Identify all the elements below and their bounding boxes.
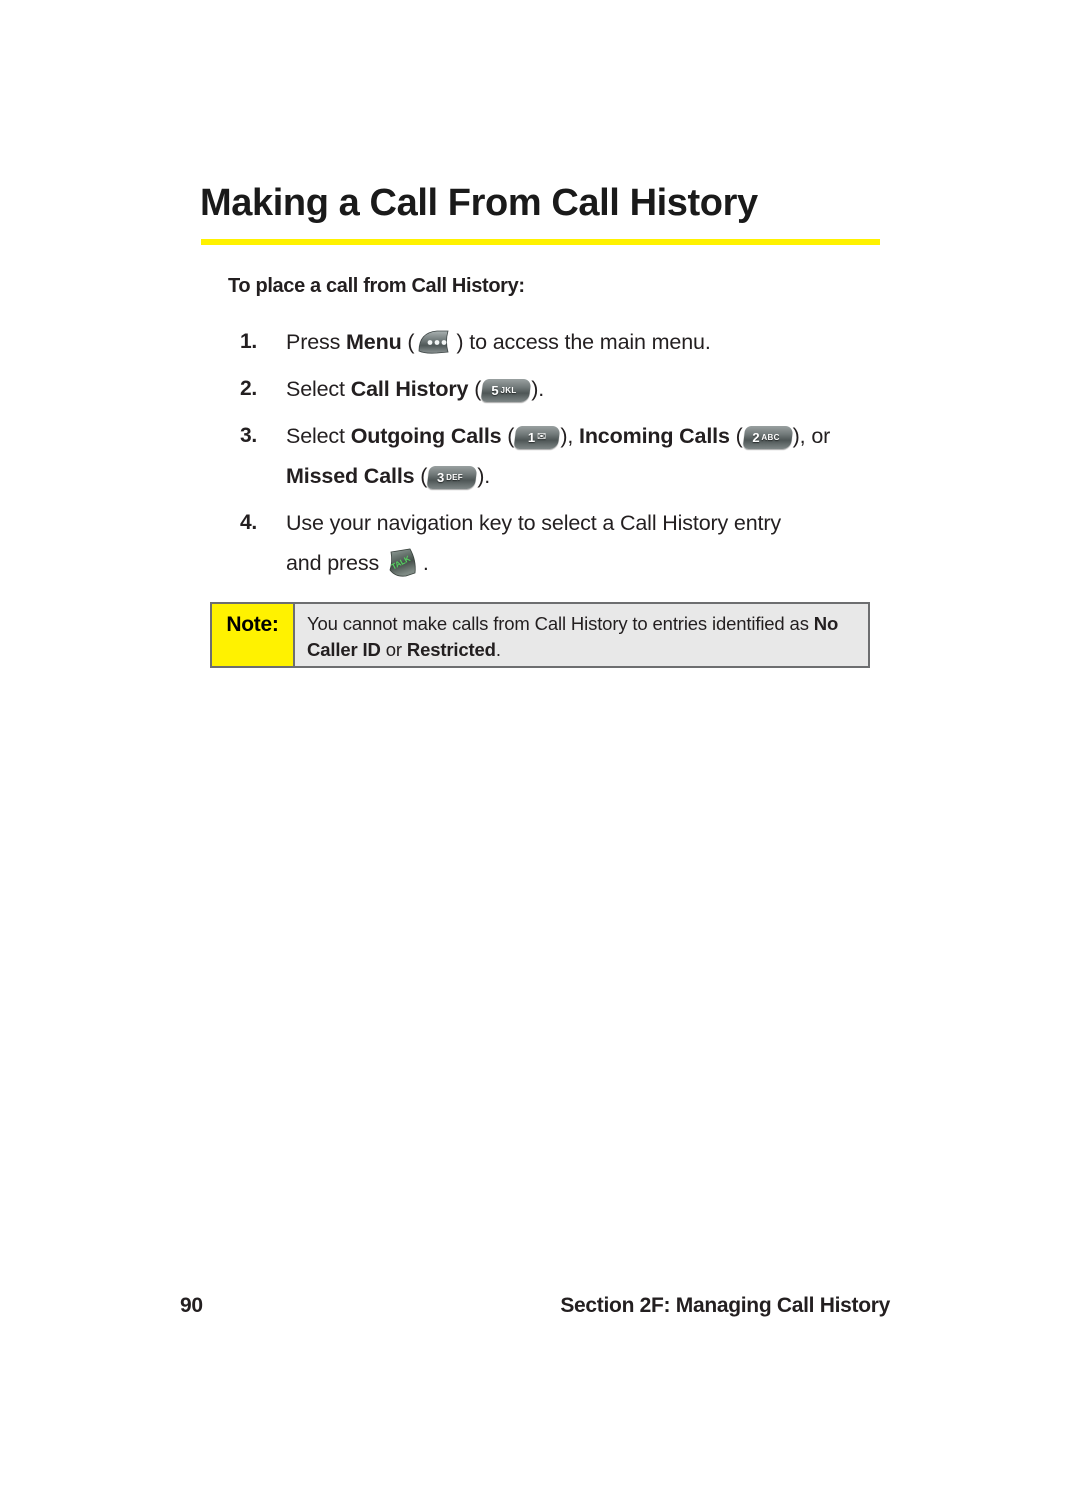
manual-page: Making a Call From Call History To place… [0,0,1080,1496]
step-number: 2. [240,377,257,400]
keypad-key-5-icon: 5 JKL [480,379,532,402]
step-text-segment: ) to access the main menu. [456,330,711,354]
step-text: Use your navigation key to select a Call… [286,503,900,583]
note-callout-box: Note: You cannot make calls from Call Hi… [210,602,870,668]
procedure-subheading: To place a call from Call History: [228,275,525,297]
keypad-key-2-icon: 2 ABC [742,426,794,449]
step-text-segment: ( [501,424,515,448]
keypad-key-1-icon: 1 ✉ [513,426,561,449]
step-text-segment: ( [401,330,415,354]
list-item: 1. Press Menu () to access the main men… [240,322,900,362]
step-text-segment: ), [560,424,579,448]
step-text-segment: Select [286,424,351,448]
step-text-segment: and press [286,551,385,575]
keypad-key-3-icon: 3 DEF [426,466,478,489]
step-emphasis: Outgoing Calls [350,424,502,448]
list-item: 2. Select Call History (5 JKL). [240,369,900,409]
step-text-segment: ( [468,377,482,401]
note-label-text: Note: [226,613,279,636]
step-text-segment: . [422,551,429,575]
step-text: Select Call History (5 JKL). [286,369,900,409]
note-label-cell: Note: [212,604,295,666]
key-digit: 1 [528,430,536,445]
step-text-segment: ). [531,377,545,401]
menu-soft-key-icon [415,328,455,358]
note-text-segment: You cannot make calls from Call History … [307,613,814,634]
step-text: Press Menu ( ) to access the main menu. [286,322,900,362]
talk-key-icon: TALK [386,547,422,580]
step-line: Use your navigation key to select a Call… [286,511,781,535]
key-digit: 5 [491,383,499,398]
step-number: 4. [240,511,257,534]
page-title: Making a Call From Call History [200,182,758,224]
list-item: 3. Select Outgoing Calls (1 ✉), Incoming … [240,416,900,496]
step-text-segment: Select [286,377,351,401]
title-underline-rule [201,239,880,245]
step-text-segment: Press [286,330,347,354]
step-emphasis: Menu [346,330,402,354]
footer-section-title: Section 2F: Managing Call History [560,1294,890,1317]
step-line: Select Outgoing Calls (1 ✉), Incoming Cal… [286,416,900,456]
key-letters: ABC [761,432,780,442]
step-emphasis: Call History [350,377,469,401]
note-text-segment: . [495,639,501,660]
step-text-segment: ), or [792,424,831,448]
step-line: and press TALK . [286,543,900,583]
step-emphasis: Incoming Calls [579,424,730,448]
step-number: 3. [240,424,257,447]
footer-page-number: 90 [180,1294,203,1317]
step-emphasis: Missed Calls [286,464,415,488]
step-text-segment: ( [414,464,428,488]
procedure-steps-list: 1. Press Menu () to access the main men… [240,322,900,590]
step-number: 1. [240,330,257,353]
step-text-segment: ). [477,464,491,488]
note-body-text: You cannot make calls from Call History … [295,604,868,666]
note-text-segment: or [380,639,407,660]
key-letters: DEF [446,472,464,482]
step-text: Select Outgoing Calls (1 ✉), Incoming Cal… [286,416,900,496]
envelope-icon: ✉ [537,431,547,443]
list-item: 4. Use your navigation key to select a C… [240,503,900,583]
step-line: Missed Calls (3 DEF). [286,456,900,496]
key-letters: JKL [500,385,517,395]
note-emphasis: Restricted [406,639,496,660]
key-digit: 2 [752,430,760,445]
key-digit: 3 [437,470,445,485]
step-text-segment: ( [729,424,743,448]
